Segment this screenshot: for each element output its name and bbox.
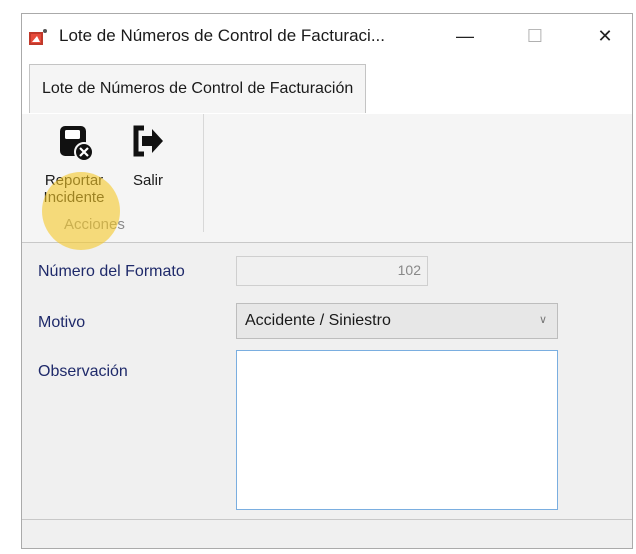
report-incident-button[interactable]: Reportar Incidente — [36, 114, 112, 206]
close-button[interactable]: ✕ — [582, 14, 628, 58]
exit-label: Salir — [132, 172, 163, 189]
exit-icon — [133, 125, 163, 157]
close-icon: ✕ — [597, 25, 613, 46]
ribbon-group-separator — [203, 114, 204, 232]
app-document-icon — [29, 29, 47, 45]
dialog-window: Lote de Números de Control de Facturaci.… — [21, 13, 633, 549]
maximize-icon: ☐ — [526, 25, 544, 46]
formato-label: Número del Formato — [38, 263, 185, 280]
observacion-label: Observación — [38, 363, 128, 380]
chevron-down-icon: ∨ — [538, 314, 547, 326]
status-bar — [22, 519, 632, 548]
minimize-icon: — — [456, 25, 474, 46]
maximize-button[interactable]: ☐ — [512, 14, 558, 58]
tab-label: Lote de Números de Control de Facturació… — [42, 80, 354, 97]
report-incident-label-line2: Incidente — [43, 189, 105, 206]
ribbon-group-label: Acciones — [64, 216, 125, 233]
minimize-button[interactable]: — — [442, 14, 488, 58]
tab-lote-numeros-control[interactable]: Lote de Números de Control de Facturació… — [29, 64, 367, 113]
ribbon-toolbar: Reportar Incidente Salir Acciones — [22, 114, 632, 250]
title-bar[interactable]: Lote de Números de Control de Facturaci.… — [22, 14, 632, 58]
motivo-value: Accidente / Siniestro — [245, 312, 391, 329]
tab-strip: Lote de Números de Control de Facturació… — [22, 58, 632, 115]
numero-formato-field: 102 — [236, 256, 428, 286]
window-title: Lote de Números de Control de Facturaci.… — [59, 26, 385, 45]
motivo-label: Motivo — [38, 314, 86, 331]
motivo-select[interactable]: Accidente / Siniestro ∨ — [236, 303, 558, 339]
report-incident-label-line1: Reportar — [44, 172, 104, 189]
exit-button[interactable]: Salir — [126, 114, 170, 189]
report-incident-icon — [60, 126, 94, 162]
observacion-textarea[interactable] — [236, 350, 558, 510]
